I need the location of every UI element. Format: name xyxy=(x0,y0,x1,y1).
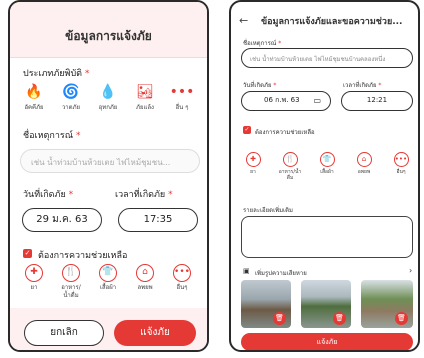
help-option[interactable]: ••• อื่นๆ xyxy=(389,152,413,175)
calendar-icon: ▭ xyxy=(313,96,321,105)
food-icon: 🍴 xyxy=(62,264,80,282)
option-label: วาตภัย xyxy=(61,104,81,111)
photo-thumbnail[interactable]: 🗑 xyxy=(301,280,351,328)
option-label: อาหาร/น้ำ ดื่ม xyxy=(278,169,302,181)
help-label: ต้องการความช่วยเหลือ xyxy=(38,251,128,261)
category-item[interactable]: ••• อื่น ๆ xyxy=(166,83,198,112)
shelter-icon: ⌂ xyxy=(136,264,154,282)
help-label: ต้องการความช่วยเหลือ xyxy=(255,129,315,136)
option-label: อื่น ๆ xyxy=(175,104,189,111)
delete-icon[interactable]: 🗑 xyxy=(395,312,408,325)
help-option[interactable]: ⌂ อพยพ xyxy=(352,152,376,175)
option-label: อุทกภัย xyxy=(98,104,118,111)
more-icon: ••• xyxy=(169,84,195,100)
image-icon: ▣ xyxy=(243,267,250,275)
help-option[interactable]: 🍴 อาหาร/ น้ำดื่ม xyxy=(59,264,83,300)
option-label: อื่นๆ xyxy=(396,169,406,175)
detail-label: รายละเอียดเพิ่มเติม xyxy=(243,207,293,214)
delete-icon[interactable]: 🗑 xyxy=(273,312,286,325)
photo-label: เพิ่มรูปความเสียหาย xyxy=(255,270,307,277)
time-picker[interactable]: 12:21 xyxy=(341,91,413,111)
delete-icon[interactable]: 🗑 xyxy=(333,312,346,325)
drought-icon: 🏜 xyxy=(136,84,154,100)
option-label: อื่นๆ xyxy=(176,284,188,291)
medicine-icon: ✚ xyxy=(25,264,43,282)
page-title: ข้อมูลการแจ้งภัยและขอความช่วย... xyxy=(261,17,403,27)
category-item[interactable]: 💧 อุทกภัย xyxy=(92,83,124,112)
food-icon: 🍴 xyxy=(282,152,298,167)
option-label: ภัยแล้ง xyxy=(136,104,154,111)
medicine-icon: ✚ xyxy=(245,152,261,167)
fire-icon: 🔥 xyxy=(25,84,43,100)
time-label: เวลาที่เกิดภัย * xyxy=(343,82,382,89)
option-label: อัคคีภัย xyxy=(24,104,44,111)
flood-icon: 💧 xyxy=(99,84,117,100)
help-option[interactable]: ✚ ยา xyxy=(241,152,265,175)
time-picker[interactable]: 17:35 xyxy=(118,208,198,232)
help-option[interactable]: ••• อื่นๆ xyxy=(170,264,194,292)
shelter-icon: ⌂ xyxy=(356,152,372,167)
photo-thumbnail[interactable]: 🗑 xyxy=(241,280,291,328)
category-item[interactable]: 🔥 อัคคีภัย xyxy=(18,83,50,112)
cancel-button[interactable]: ยกเลิก xyxy=(24,320,104,346)
date-label: วันที่เกิดภัย * xyxy=(23,190,74,200)
help-option[interactable]: 👕 เสื้อผ้า xyxy=(315,152,339,175)
date-value: 06 ก.พ. 63 xyxy=(264,96,300,104)
help-option[interactable]: 👕 เสื้อผ้า xyxy=(96,264,120,292)
date-picker[interactable]: 06 ก.พ. 63 ▭ xyxy=(241,91,331,111)
option-label: เสื้อผ้า xyxy=(99,284,117,291)
detail-textarea[interactable] xyxy=(241,216,413,258)
option-label: ยา xyxy=(30,284,38,291)
category-item[interactable]: 🌀 วาตภัย xyxy=(55,83,87,112)
report-button[interactable]: แจ้งภัย xyxy=(241,333,413,350)
event-name-label: ชื่อเหตุการณ์ * xyxy=(243,40,282,47)
help-checkbox[interactable]: ✓ xyxy=(243,126,251,134)
time-label: เวลาที่เกิดภัย * xyxy=(115,190,173,200)
category-label: ประเภทภัยพิบัติ * xyxy=(23,69,90,79)
more-icon: ••• xyxy=(173,264,191,282)
help-option[interactable]: ✚ ยา xyxy=(22,264,46,292)
report-help-screen: ← ข้อมูลการแจ้งภัยและขอความช่วย... ชื่อเ… xyxy=(229,0,420,352)
help-checkbox[interactable]: ✓ xyxy=(23,249,32,258)
event-name-input[interactable]: เช่น น้ำท่วมบ้านห้วยเตย ไฟไหม้ชุมชน... xyxy=(20,149,200,173)
option-label: ลพยพ xyxy=(137,284,153,291)
date-picker[interactable]: 29 ม.ค. 63 xyxy=(22,208,102,232)
more-icon: ••• xyxy=(393,152,409,167)
date-label: วันที่เกิดภัย * xyxy=(243,82,277,89)
photo-thumbnail[interactable]: 🗑 xyxy=(361,280,413,328)
option-label: เสื้อผ้า xyxy=(320,169,334,175)
report-button[interactable]: แจ้งภัย xyxy=(114,320,196,346)
option-label: อพยพ xyxy=(357,169,371,175)
help-option[interactable]: 🍴 อาหาร/น้ำ ดื่ม xyxy=(278,152,302,181)
category-item[interactable]: 🏜 ภัยแล้ง xyxy=(129,83,161,112)
event-name-label: ชื่อเหตุการณ์ * xyxy=(23,131,81,141)
option-label: ยา xyxy=(250,169,256,175)
storm-icon: 🌀 xyxy=(62,84,80,100)
back-arrow-icon[interactable]: ← xyxy=(239,14,248,27)
page-title: ข้อมูลการแจ้งภัย xyxy=(65,29,152,43)
clothes-icon: 👕 xyxy=(319,152,335,167)
report-form-screen: ▮▮ ข้อมูลการแจ้งภัย ประเภทภัยพิบัติ * 🔥อ… xyxy=(8,0,209,352)
option-label: อาหาร/ น้ำดื่ม xyxy=(61,284,81,299)
help-option[interactable]: ⌂ ลพยพ xyxy=(133,264,157,292)
clothes-icon: 👕 xyxy=(99,264,117,282)
event-name-input[interactable]: เช่น น้ำท่วมบ้านห้วยเตย ไฟไหม้ชุมชนบ้านค… xyxy=(241,48,413,68)
chevron-right-icon[interactable]: › xyxy=(409,266,412,275)
